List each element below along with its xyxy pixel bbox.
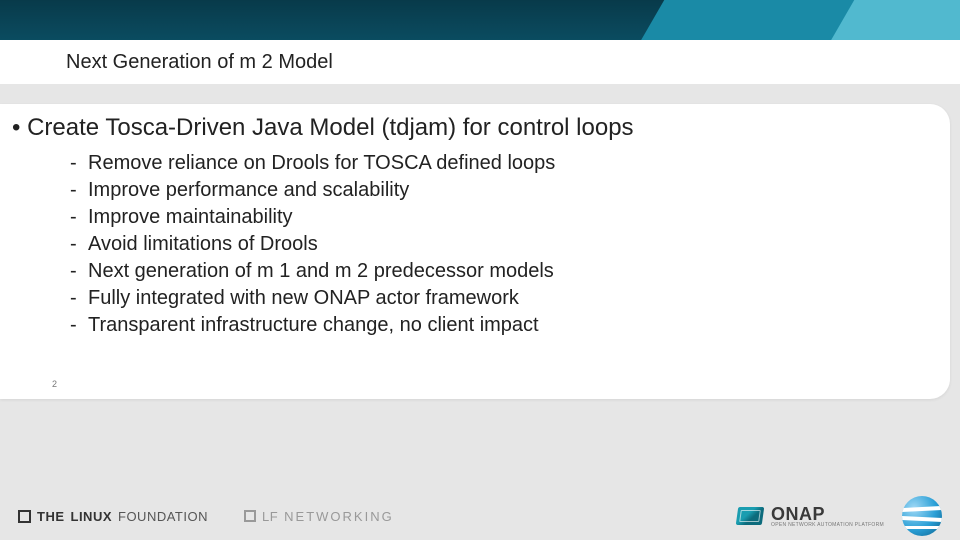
lf-suffix: FOUNDATION <box>118 509 208 524</box>
lf-networking-logo: LF NETWORKING <box>244 509 394 524</box>
list-item: Next generation of m 1 and m 2 predecess… <box>70 258 928 285</box>
content-card: Create Tosca-Driven Java Model (tdjam) f… <box>0 104 950 399</box>
header-band: Next Generation of m 2 Model <box>0 0 960 84</box>
list-item: Remove reliance on Drools for TOSCA defi… <box>70 150 928 177</box>
footer-left-logos: THE LINUX FOUNDATION LF NETWORKING <box>18 509 394 524</box>
footer: THE LINUX FOUNDATION LF NETWORKING ONAP … <box>0 492 960 540</box>
lf-prefix: THE <box>37 509 65 524</box>
att-globe-icon <box>902 496 942 536</box>
list-item: Improve maintainability <box>70 204 928 231</box>
onap-name: ONAP <box>771 505 884 523</box>
lf-square-icon <box>18 510 31 523</box>
list-item: Avoid limitations of Drools <box>70 231 928 258</box>
page-number: 2 <box>52 379 57 389</box>
list-item: Improve performance and scalability <box>70 177 928 204</box>
onap-mark-icon <box>736 507 765 525</box>
title-bar: Next Generation of m 2 Model <box>0 40 960 84</box>
sub-bullet-list: Remove reliance on Drools for TOSCA defi… <box>12 150 928 339</box>
onap-tagline: OPEN NETWORK AUTOMATION PLATFORM <box>771 523 884 528</box>
lfn-square-icon <box>244 510 256 522</box>
globe-stripe <box>902 526 942 529</box>
footer-right-logos: ONAP OPEN NETWORK AUTOMATION PLATFORM <box>737 496 942 536</box>
onap-text: ONAP OPEN NETWORK AUTOMATION PLATFORM <box>771 505 884 528</box>
lfn-prefix: LF <box>262 509 278 524</box>
linux-foundation-logo: THE LINUX FOUNDATION <box>18 509 208 524</box>
slide-title: Next Generation of m 2 Model <box>66 51 333 74</box>
list-item: Fully integrated with new ONAP actor fra… <box>70 285 928 312</box>
lfn-suffix: NETWORKING <box>284 509 394 524</box>
onap-logo: ONAP OPEN NETWORK AUTOMATION PLATFORM <box>737 505 884 528</box>
main-bullet: Create Tosca-Driven Java Model (tdjam) f… <box>12 114 928 142</box>
lf-main: LINUX <box>71 509 113 524</box>
list-item: Transparent infrastructure change, no cl… <box>70 312 928 339</box>
